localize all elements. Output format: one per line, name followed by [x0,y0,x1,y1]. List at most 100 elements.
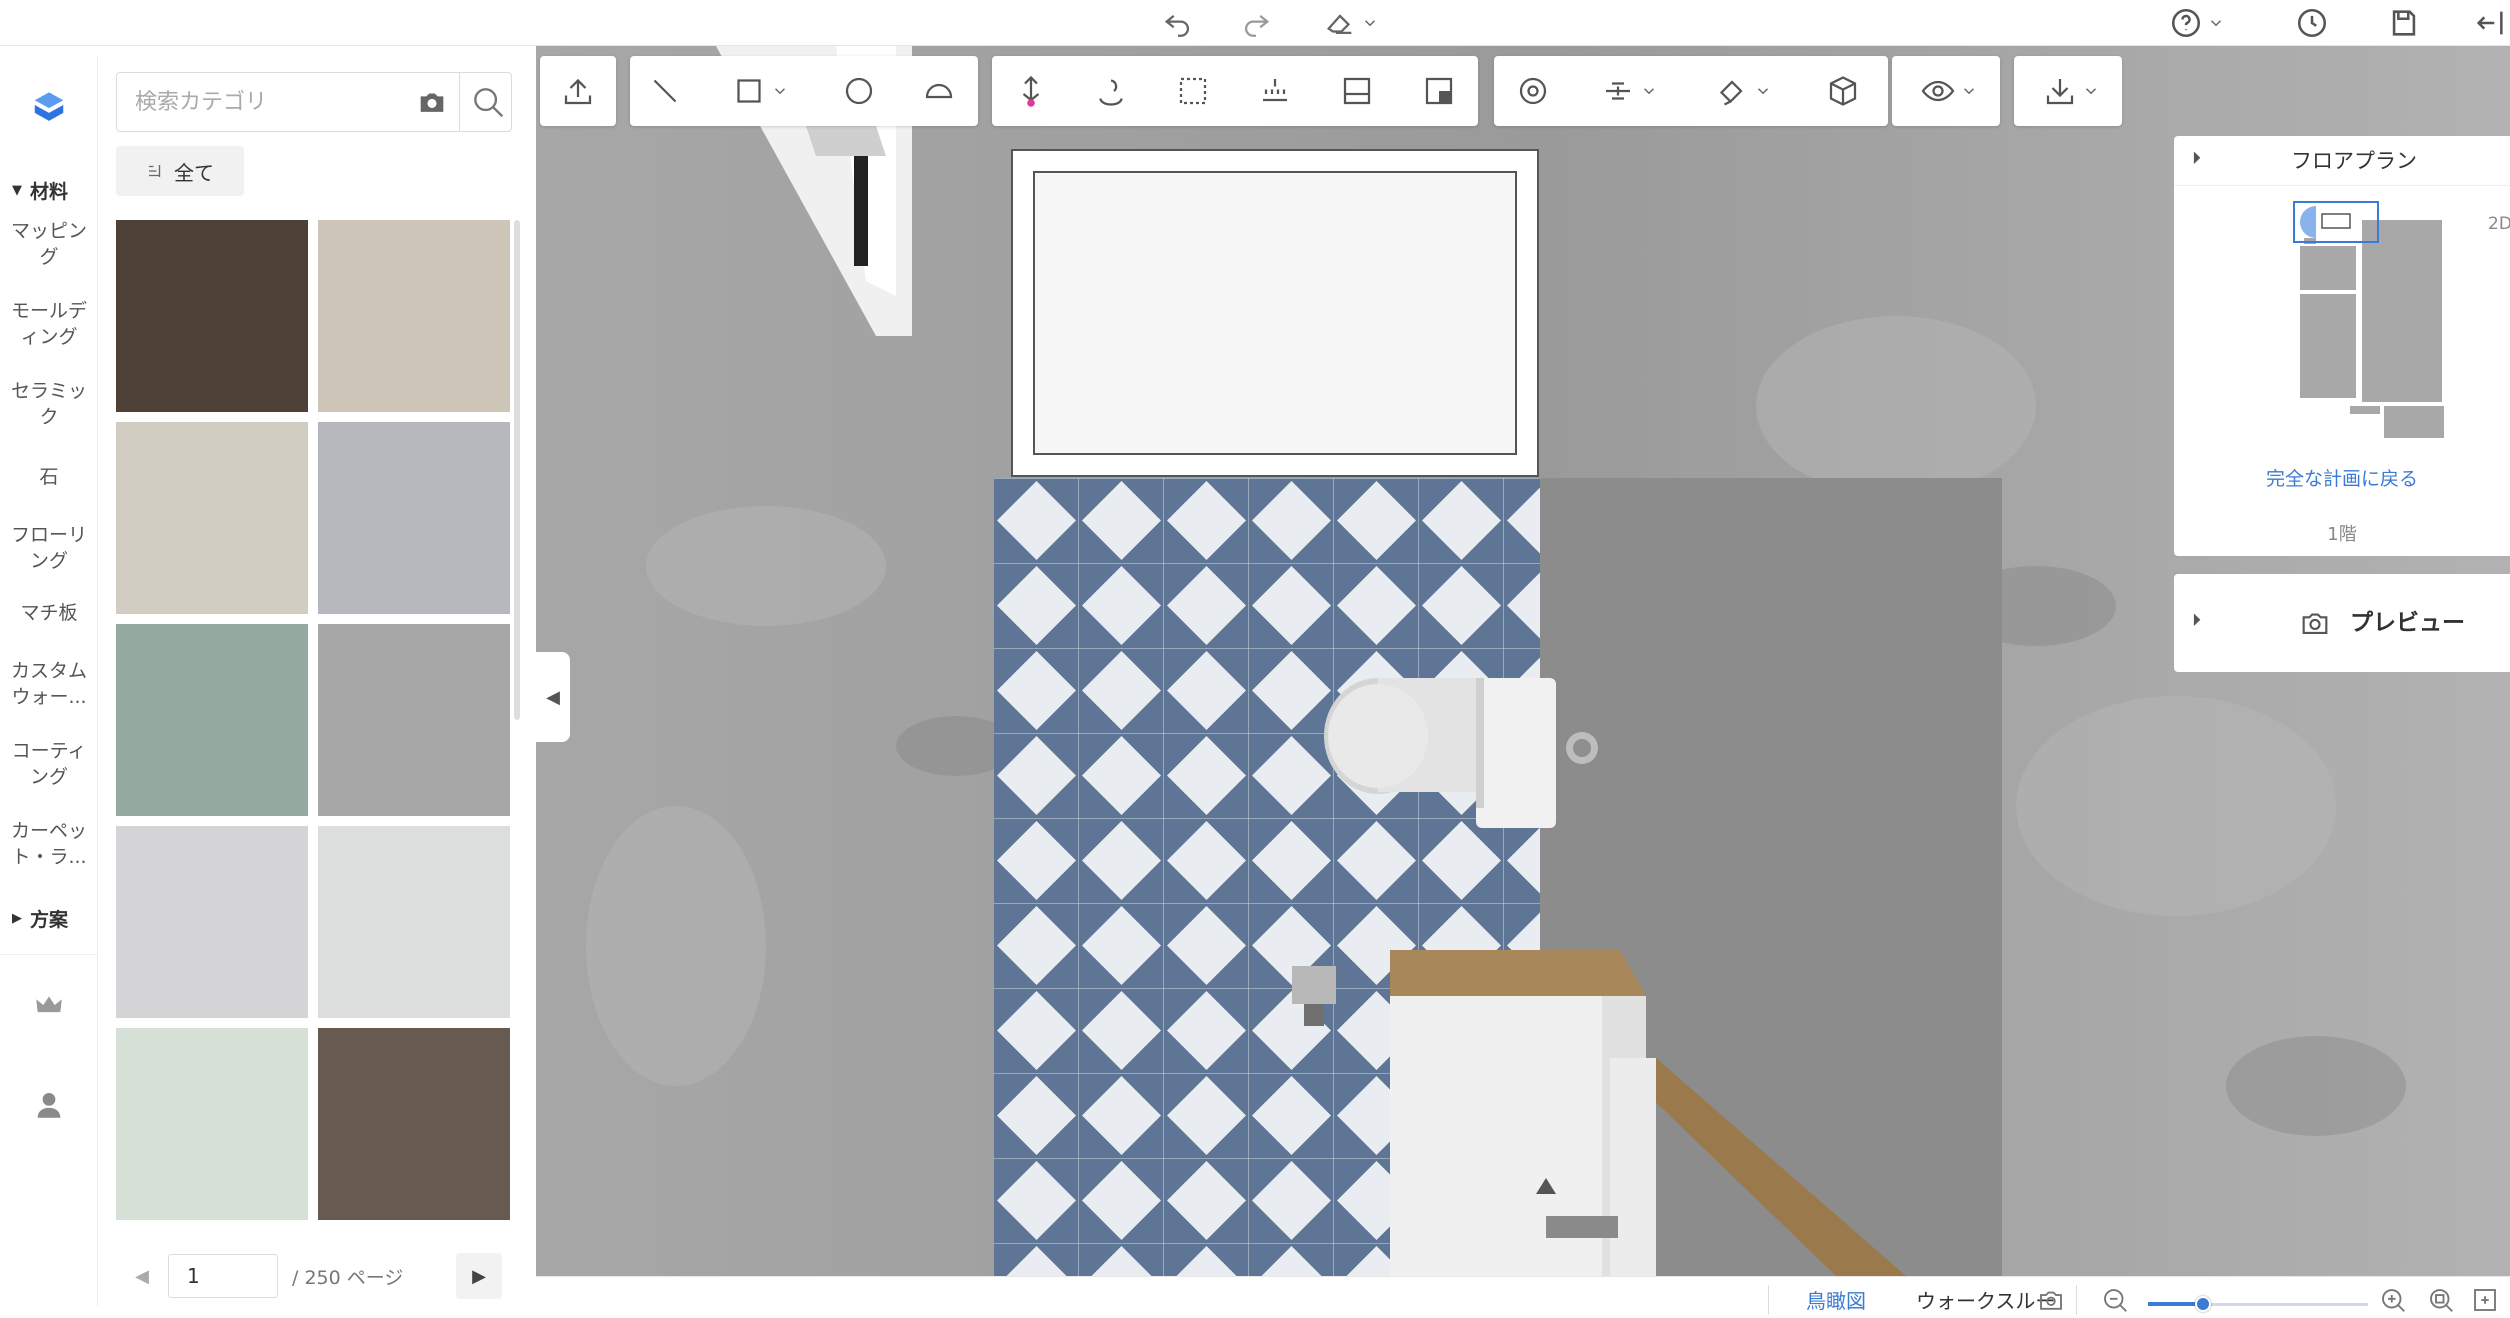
back-to-full-plan-link[interactable]: 完全な計画に戻る [2174,464,2510,491]
page-number-input[interactable] [168,1254,278,1298]
preview-panel[interactable]: ⏵ プレビュー [2174,574,2510,672]
material-swatch[interactable] [318,220,510,412]
download-tool[interactable] [2036,72,2106,110]
camera-icon[interactable] [415,85,449,119]
material-swatch[interactable] [318,624,510,816]
align-tool[interactable] [1594,72,1664,110]
search-icon[interactable] [469,83,507,121]
rail-item-stone[interactable]: 石 [0,464,98,490]
history-button[interactable] [2292,4,2332,42]
line-tool[interactable] [646,72,684,110]
toolgroup-render [1494,56,1888,126]
material-swatch[interactable] [116,1028,308,1220]
rail-item-molding[interactable]: モールディング [0,298,98,350]
rail-section-materials[interactable]: ▼ 材料 [0,170,98,210]
floor-level-label: 1階 [2327,524,2357,545]
zoom-out-icon[interactable] [2100,1285,2130,1315]
user-icon[interactable] [32,1088,66,1122]
zoom-in-icon[interactable] [2378,1285,2408,1315]
material-swatch[interactable] [116,826,308,1018]
download-icon [2046,79,2074,105]
rail-item-flooring[interactable]: フローリング [0,522,98,574]
search-input[interactable] [117,73,407,131]
material-swatch[interactable] [116,220,308,412]
tab-walkthrough[interactable]: ウォークスルー [1916,1285,2055,1314]
material-swatch[interactable] [318,1028,510,1220]
floorplan-map[interactable] [2270,200,2462,446]
toolgroup-view [1892,56,2000,126]
rail-item-custom-wall[interactable]: カスタムウォー... [0,658,98,710]
upload-icon [564,78,592,105]
line-icon [653,79,677,103]
cube-tool[interactable] [1824,72,1862,110]
rail-item-carpet[interactable]: カーペット・ラ... [0,818,98,870]
rectangle-icon [737,79,761,103]
chevron-down-icon [1364,20,1376,27]
chevron-down-icon [2085,88,2097,95]
rail-item-board[interactable]: マチ板 [0,600,98,626]
undo-button[interactable] [1158,4,1198,42]
toolgroup-export [2014,56,2122,126]
camera-icon [2302,613,2328,634]
zoom-fit-icon[interactable] [2426,1285,2456,1315]
move-tool[interactable] [1012,72,1050,110]
collapse-right-icon[interactable]: ⏵ [2192,148,2201,169]
offset-icon [1263,79,1287,102]
collapse-left-icon: ◀ [546,686,560,708]
save-icon [2392,10,2416,36]
zoom-slider-handle[interactable] [2195,1296,2211,1312]
bottom-bar: 鳥瞰図 ウォークスルー [536,1276,2510,1318]
brush-icon [1719,80,1743,106]
offset-tool[interactable] [1256,72,1294,110]
collapse-right-icon[interactable]: ⏵ [2192,610,2201,631]
split-tool[interactable] [1338,72,1376,110]
material-swatch[interactable] [318,422,510,614]
panel-scrollbar[interactable] [514,220,520,720]
material-swatch[interactable] [116,624,308,816]
rectangle-tool[interactable] [730,72,790,110]
material-swatch[interactable] [318,826,510,1018]
rail-item-coating[interactable]: コーティング [0,738,98,790]
split-icon [1343,77,1371,105]
next-page-button[interactable]: ▶ [456,1253,502,1299]
filter-all-button[interactable]: 全て [116,146,244,196]
exit-button[interactable] [2470,4,2510,42]
help-button[interactable] [2164,4,2230,42]
filter-icon [149,165,161,177]
save-button[interactable] [2384,4,2424,42]
prev-page-button[interactable]: ◀ [116,1266,168,1287]
rail-item-mapping[interactable]: マッピング [0,218,98,270]
floorplan-2d-toggle[interactable]: 2D [2488,214,2510,234]
rail-item-ceramic[interactable]: セラミック [0,378,98,430]
arc-tool[interactable] [920,72,958,110]
floorplan-title: フロアプラン [2291,149,2417,173]
crown-icon[interactable] [32,988,66,1022]
locate-tool[interactable] [1514,72,1552,110]
collapse-panel-toggle[interactable]: ◀ [536,652,570,742]
rotate-tool[interactable] [1092,72,1130,110]
chevron-down-icon [1643,88,1655,95]
select-icon [1179,77,1207,105]
select-area-tool[interactable] [1174,72,1212,110]
upload-button[interactable] [559,72,597,110]
material-library-icon[interactable] [30,86,68,124]
visibility-tool[interactable] [1914,72,1984,110]
material-swatch[interactable] [116,422,308,614]
rail-section-plans[interactable]: ▶ 方案 [0,898,98,938]
rotate-icon [1099,79,1123,106]
move-icon [1022,75,1040,107]
chevron-down-icon [1757,88,1769,95]
circle-tool[interactable] [840,72,878,110]
paint-tool[interactable] [1708,72,1778,110]
redo-icon [1245,15,1270,37]
chevron-down-icon [1963,88,1975,95]
eraser-button[interactable] [1316,4,1386,42]
panel-tool[interactable] [1420,72,1458,110]
preview-title: プレビュー [2350,610,2465,636]
redo-button[interactable] [1236,4,1276,42]
camera-settings-icon[interactable] [2036,1285,2066,1315]
fullscreen-icon[interactable] [2470,1285,2500,1315]
rail-divider [0,954,98,955]
tab-birds-eye[interactable]: 鳥瞰図 [1806,1285,1866,1314]
toolgroup-shapes [630,56,978,126]
